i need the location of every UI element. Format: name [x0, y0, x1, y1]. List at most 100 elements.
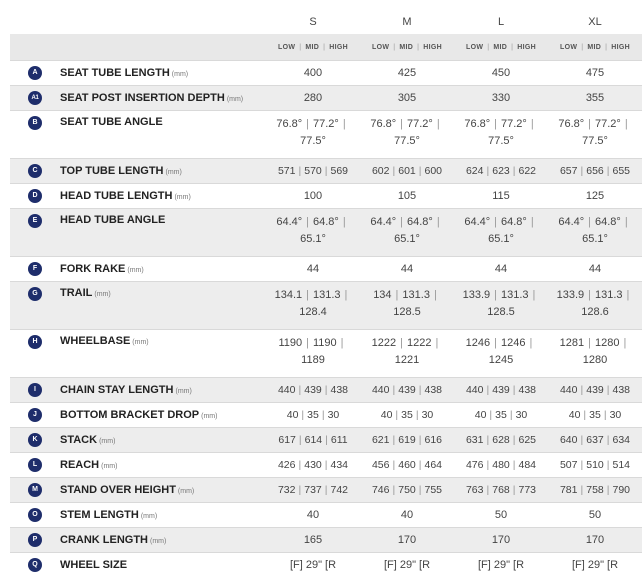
row-unit: (mm) — [94, 291, 110, 298]
table-row: ASEAT TUBE LENGTH(mm)400425450475 — [10, 61, 642, 86]
separator: | — [531, 118, 534, 130]
value-line: 1222|1222| — [360, 335, 454, 352]
mode-header-group: LOW|MID|HIGH — [360, 34, 454, 61]
separator: | — [494, 216, 497, 228]
value-cell: 134|131.3|128.5 — [360, 282, 454, 330]
cell-value: 438 — [331, 384, 349, 396]
mode-label: MID — [493, 44, 507, 51]
separator: | — [393, 44, 395, 51]
separator: | — [400, 118, 403, 130]
cell-value: 134 — [373, 289, 391, 301]
cell-value: 65.1° — [488, 233, 514, 245]
cell-value: 165 — [304, 534, 322, 546]
cell-value: 77.2° — [501, 118, 527, 130]
row-badge: C — [28, 164, 42, 178]
value-line: 1189 — [266, 352, 360, 369]
separator: | — [301, 409, 304, 421]
separator: | — [513, 484, 516, 496]
cell-value: 128.5 — [487, 306, 515, 318]
value-cell: 64.4°|64.8°|65.1° — [266, 209, 360, 257]
row-label-cell: HEAD TUBE LENGTH(mm) — [60, 184, 266, 209]
separator: | — [306, 337, 309, 349]
separator: | — [487, 44, 489, 51]
separator: | — [299, 44, 301, 51]
cell-value: 65.1° — [582, 233, 608, 245]
cell-value: 77.5° — [300, 135, 326, 147]
row-badge: Q — [28, 558, 42, 572]
cell-value: 614 — [305, 434, 323, 446]
separator: | — [345, 289, 348, 301]
cell-value: 65.1° — [394, 233, 420, 245]
cell-value: 35 — [401, 409, 413, 421]
value-cell: 170 — [360, 528, 454, 553]
cell-value: 77.5° — [394, 135, 420, 147]
row-unit: (mm) — [174, 194, 190, 201]
separator: | — [494, 289, 497, 301]
cell-value: 484 — [519, 459, 537, 471]
row-label: CRANK LENGTH — [60, 534, 148, 546]
value-cell: 40 — [266, 503, 360, 528]
value-triple: 440|439|438 — [372, 384, 442, 396]
table-row: JBOTTOM BRACKET DROP(mm)40|35|3040|35|30… — [10, 403, 642, 428]
value-cell: 125 — [548, 184, 642, 209]
value-line: 1190|1190| — [266, 335, 360, 352]
value-line: 76.8°|77.2°| — [548, 116, 642, 133]
value-line: 65.1° — [454, 231, 548, 248]
separator: | — [588, 118, 591, 130]
cell-value: 44 — [401, 263, 413, 275]
value-line: 1281|1280| — [548, 335, 642, 352]
row-label: SEAT POST INSERTION DEPTH — [60, 92, 225, 104]
mode-header-group: LOW|MID|HIGH — [548, 34, 642, 61]
value-cell: 631|628|625 — [454, 428, 548, 453]
value-cell: 763|768|773 — [454, 478, 548, 503]
value-cell: 40|35|30 — [454, 403, 548, 428]
cell-value: 475 — [586, 67, 604, 79]
row-label: FORK RAKE — [60, 263, 125, 275]
value-cell: 640|637|634 — [548, 428, 642, 453]
value-cell: 456|460|464 — [360, 453, 454, 478]
value-triple: 763|768|773 — [466, 484, 536, 496]
cell-value: 40 — [475, 409, 487, 421]
cell-value: 30 — [422, 409, 434, 421]
cell-value: 732 — [278, 484, 296, 496]
value-triple: 507|510|514 — [560, 459, 630, 471]
cell-value: 440 — [372, 384, 390, 396]
value-cell: 400 — [266, 61, 360, 86]
value-cell: 165 — [266, 528, 360, 553]
value-cell: 50 — [548, 503, 642, 528]
row-badge: J — [28, 408, 42, 422]
separator: | — [299, 165, 302, 177]
value-cell: 1190|1190|1189 — [266, 330, 360, 378]
separator: | — [581, 484, 584, 496]
separator: | — [607, 484, 610, 496]
separator: | — [434, 289, 437, 301]
value-cell: 64.4°|64.8°|65.1° — [360, 209, 454, 257]
separator: | — [581, 165, 584, 177]
cell-value: 637 — [586, 434, 604, 446]
separator: | — [395, 409, 398, 421]
cell-value: 133.9 — [557, 289, 585, 301]
row-badge: L — [28, 458, 42, 472]
separator: | — [604, 409, 607, 421]
value-cell: 732|737|742 — [266, 478, 360, 503]
row-label-cell: STEM LENGTH(mm) — [60, 503, 266, 528]
cell-value: 115 — [492, 190, 510, 202]
cell-value: 64.8° — [407, 216, 433, 228]
cell-value: 514 — [613, 459, 631, 471]
value-cell: 440|439|438 — [454, 378, 548, 403]
mode-header-row: LOW|MID|HIGHLOW|MID|HIGHLOW|MID|HIGHLOW|… — [10, 34, 642, 61]
cell-value: 64.4° — [370, 216, 396, 228]
separator: | — [487, 484, 490, 496]
cell-value: 460 — [398, 459, 416, 471]
value-cell: 330 — [454, 86, 548, 111]
cell-value: 737 — [304, 484, 322, 496]
value-triple: 426|430|434 — [278, 459, 348, 471]
row-label: TOP TUBE LENGTH — [60, 165, 164, 177]
value-triple: 40|35|30 — [381, 409, 434, 421]
value-triple: 617|614|611 — [278, 434, 347, 446]
value-cell: 1281|1280|1280 — [548, 330, 642, 378]
separator: | — [581, 44, 583, 51]
value-cell: 40|35|30 — [360, 403, 454, 428]
separator: | — [416, 409, 419, 421]
row-label-cell: WHEELBASE(mm) — [60, 330, 266, 378]
